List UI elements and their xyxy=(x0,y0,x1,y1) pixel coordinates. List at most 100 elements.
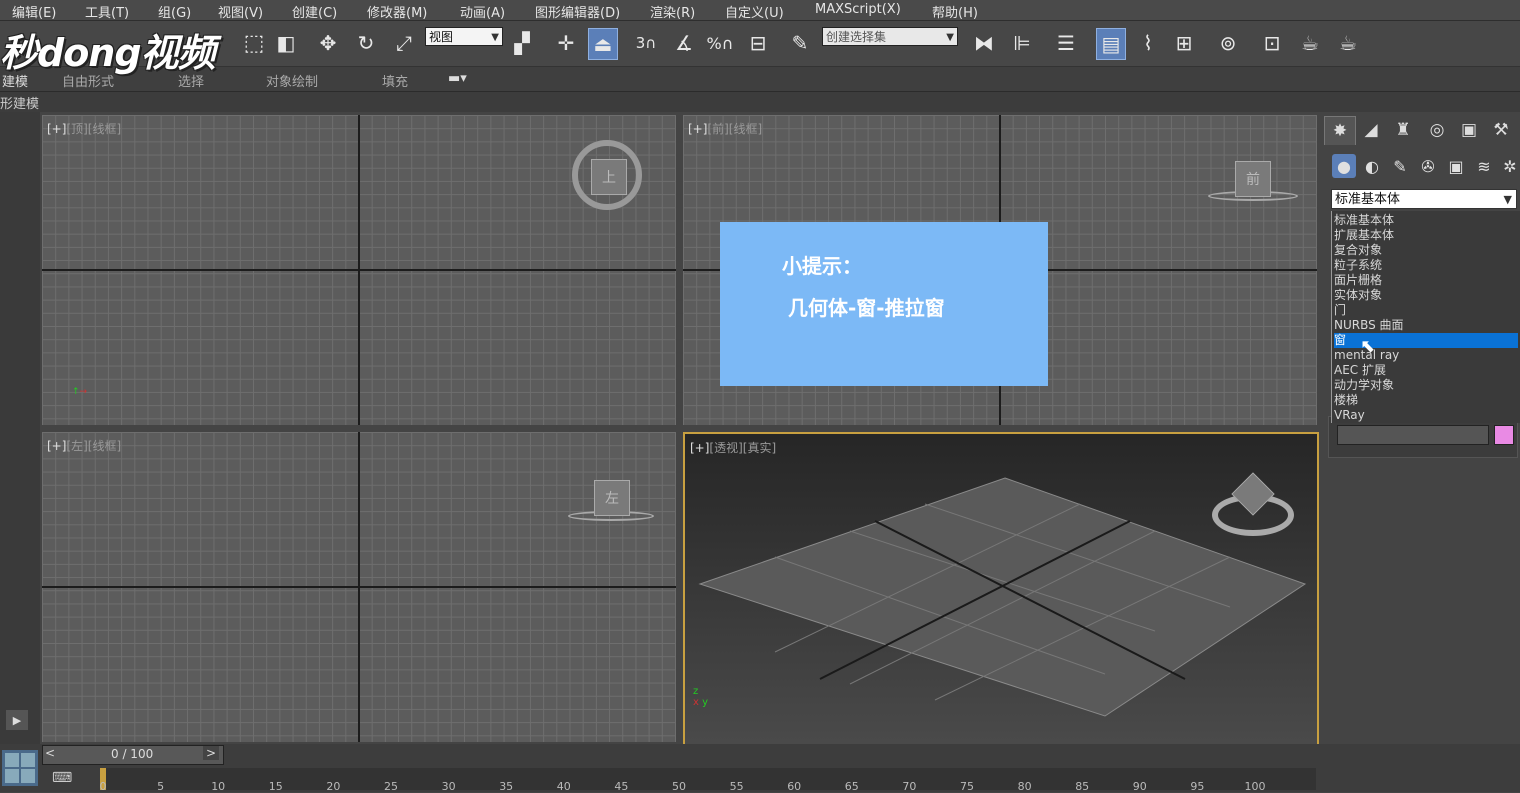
rotate-icon[interactable]: ↻ xyxy=(352,28,380,58)
viewcube[interactable]: 前 xyxy=(1235,161,1271,197)
scale-icon[interactable]: ⤢ xyxy=(390,28,418,58)
timeline-tick-label: 90 xyxy=(1132,780,1147,793)
category-option[interactable]: 门 xyxy=(1334,303,1518,318)
ribbon-panel-label: 形建模 xyxy=(0,97,40,112)
menu-create[interactable]: 创建(C) xyxy=(292,2,337,21)
category-option[interactable]: 动力学对象 xyxy=(1334,378,1518,393)
systems-icon[interactable]: ✲ xyxy=(1498,154,1520,178)
menu-maxscript[interactable]: MAXScript(X) xyxy=(815,2,901,17)
cameras-icon[interactable]: ✇ xyxy=(1416,154,1440,178)
viewport-perspective[interactable]: [+][透视][真实] zx y xyxy=(683,432,1319,746)
next-frame-icon[interactable]: > xyxy=(202,746,219,760)
category-option[interactable]: 实体对象 xyxy=(1334,288,1518,303)
menu-edit[interactable]: 编辑(E) xyxy=(12,2,56,21)
scene-explorer-icon[interactable]: ▤ xyxy=(1096,28,1126,60)
menu-views[interactable]: 视图(V) xyxy=(218,2,263,21)
tab-object-paint[interactable]: 对象绘制 xyxy=(266,71,318,90)
timeline-tick-label: 75 xyxy=(960,780,974,793)
render-icon[interactable]: ☕ xyxy=(1334,28,1362,58)
viewcube[interactable]: 左 xyxy=(594,480,630,516)
create-tab-icon[interactable]: ✸ xyxy=(1324,116,1356,145)
keyboard-shortcut-icon[interactable]: ⏏ xyxy=(588,28,618,60)
object-name-input[interactable] xyxy=(1337,425,1489,445)
utilities-tab-icon[interactable]: ⚒ xyxy=(1486,116,1516,144)
menu-rendering[interactable]: 渲染(R) xyxy=(650,2,695,21)
modify-tab-icon[interactable]: ◢ xyxy=(1356,116,1386,144)
lights-icon[interactable]: ✎ xyxy=(1388,154,1412,178)
left-strip: ▶ xyxy=(0,112,40,744)
category-option[interactable]: 楼梯 xyxy=(1334,393,1518,408)
timeline-tick-label: 15 xyxy=(268,780,283,793)
category-option[interactable]: 粒子系统 xyxy=(1334,258,1518,273)
render-frame-icon[interactable]: ☕ xyxy=(1296,28,1324,58)
motion-tab-icon[interactable]: ◎ xyxy=(1422,116,1452,144)
category-option[interactable]: AEC 扩展 xyxy=(1334,363,1518,378)
menu-customize[interactable]: 自定义(U) xyxy=(725,2,784,21)
helpers-icon[interactable]: ▣ xyxy=(1444,154,1468,178)
ribbon-options-icon[interactable]: ▬▾ xyxy=(448,71,467,86)
viewport-left[interactable]: [+][左][线框] 左 xyxy=(42,432,676,742)
category-option[interactable]: 扩展基本体 xyxy=(1334,228,1518,243)
spinner-snap-icon[interactable]: ⊟ xyxy=(744,28,772,58)
timeline-tick-label: 95 xyxy=(1190,780,1205,793)
window-crossing-icon[interactable]: ◧ xyxy=(272,28,300,58)
timeline-tick-label: 40 xyxy=(556,780,571,793)
timeline-tick-label: 45 xyxy=(614,780,629,793)
menu-modifiers[interactable]: 修改器(M) xyxy=(367,2,427,21)
menu-bar: 编辑(E) 工具(T) 组(G) 视图(V) 创建(C) 修改器(M) 动画(A… xyxy=(0,0,1520,21)
category-option[interactable]: VRay xyxy=(1334,408,1518,423)
geometry-icon[interactable]: ● xyxy=(1332,154,1356,178)
named-selection-set[interactable]: 创建选择集 ▼ xyxy=(822,27,958,46)
select-region-icon[interactable]: ⬚ xyxy=(240,28,268,58)
timeline-tick-label: 25 xyxy=(384,780,398,793)
hierarchy-tab-icon[interactable]: ♜ xyxy=(1388,116,1418,144)
manipulate-icon[interactable]: ✛ xyxy=(552,28,580,58)
mini-curve-icon[interactable]: ⌨ xyxy=(52,770,80,790)
category-option[interactable]: 面片栅格 xyxy=(1334,273,1518,288)
reference-coord-select[interactable]: 视图 ▼ xyxy=(425,27,503,46)
menu-graph-editors[interactable]: 图形编辑器(D) xyxy=(535,2,620,21)
snap-3d-icon[interactable]: 3∩ xyxy=(632,28,660,58)
chevron-down-icon: ▼ xyxy=(491,32,499,43)
schematic-view-icon[interactable]: ⊞ xyxy=(1170,28,1198,58)
tab-populate[interactable]: 填充 xyxy=(382,71,408,90)
edit-named-selection-icon[interactable]: ✎ xyxy=(786,28,814,58)
angle-snap-icon[interactable]: ∡ xyxy=(670,28,698,58)
viewcube[interactable]: 上 xyxy=(591,159,627,195)
render-setup-icon[interactable]: ⊡ xyxy=(1258,28,1286,58)
spacewarps-icon[interactable]: ≋ xyxy=(1472,154,1496,178)
play-arrow-icon[interactable]: ▶ xyxy=(6,710,28,730)
menu-animation[interactable]: 动画(A) xyxy=(460,2,505,21)
viewport-label[interactable]: [+][前][线框] xyxy=(688,120,762,137)
menu-group[interactable]: 组(G) xyxy=(158,2,191,21)
chevron-down-icon: ▼ xyxy=(1503,193,1512,206)
category-option[interactable]: NURBS 曲面 xyxy=(1334,318,1518,333)
pivot-icon[interactable]: ▞ xyxy=(508,28,536,58)
ribbon: 建模 自由形式 选择 对象绘制 填充 ▬▾ xyxy=(0,67,1520,92)
shapes-icon[interactable]: ◐ xyxy=(1360,154,1384,178)
timeline: ⌨ xyxy=(0,744,1520,792)
display-tab-icon[interactable]: ▣ xyxy=(1454,116,1484,144)
curve-editor-icon[interactable]: ⌇ xyxy=(1134,28,1162,58)
viewport-label[interactable]: [+][顶][线框] xyxy=(47,120,121,137)
category-option[interactable]: 复合对象 xyxy=(1334,243,1518,258)
prev-frame-icon[interactable]: < xyxy=(45,746,55,760)
timeline-tick-label: 55 xyxy=(729,780,744,793)
category-option[interactable]: 标准基本体 xyxy=(1334,213,1518,228)
percent-snap-icon[interactable]: %∩ xyxy=(706,28,734,58)
chevron-down-icon: ▼ xyxy=(946,32,954,43)
menu-help[interactable]: 帮助(H) xyxy=(932,2,978,21)
viewport-label[interactable]: [+][透视][真实] xyxy=(690,439,776,456)
color-swatch[interactable] xyxy=(1494,425,1514,445)
viewport-label[interactable]: [+][左][线框] xyxy=(47,437,121,454)
viewport-layout-icon[interactable] xyxy=(2,750,38,786)
align-icon[interactable]: ⊫ xyxy=(1008,28,1036,58)
category-dropdown[interactable]: 标准基本体 ▼ xyxy=(1331,189,1517,209)
menu-tools[interactable]: 工具(T) xyxy=(85,2,129,21)
move-icon[interactable]: ✥ xyxy=(314,28,342,58)
viewport-top[interactable]: [+][顶][线框] 上 ↑→ xyxy=(42,115,676,425)
mirror-icon[interactable]: ⧓ xyxy=(970,28,998,58)
time-slider[interactable]: < 0 / 100 > xyxy=(42,745,224,765)
material-editor-icon[interactable]: ⊚ xyxy=(1214,28,1242,58)
layer-manager-icon[interactable]: ☰ xyxy=(1052,28,1080,58)
